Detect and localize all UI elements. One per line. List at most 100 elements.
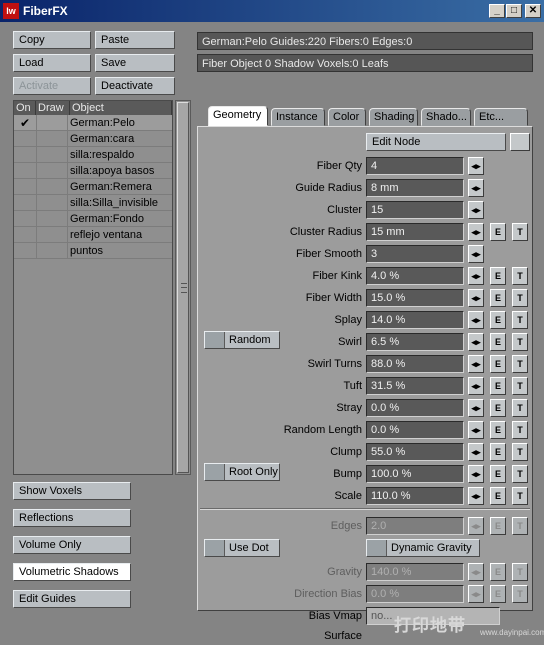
- edit-node-button[interactable]: Edit Node: [366, 133, 506, 151]
- fiber-kink-texture-button[interactable]: T: [512, 267, 528, 285]
- fiber-smooth-spinner-icon[interactable]: ◂▸: [468, 245, 484, 263]
- splay-envelope-button[interactable]: E: [490, 311, 506, 329]
- clump-spinner-icon[interactable]: ◂▸: [468, 443, 484, 461]
- object-on-toggle[interactable]: [14, 179, 36, 195]
- guide-radius-field[interactable]: 8 mm: [366, 179, 464, 197]
- clump-texture-button[interactable]: T: [512, 443, 528, 461]
- random-length-texture-button[interactable]: T: [512, 421, 528, 439]
- list-item[interactable]: German:Fondo: [14, 211, 172, 227]
- maximize-button[interactable]: □: [506, 4, 522, 18]
- object-draw-toggle[interactable]: [36, 179, 68, 195]
- scale-field[interactable]: 110.0 %: [366, 487, 464, 505]
- swirl-turns-spinner-icon[interactable]: ◂▸: [468, 355, 484, 373]
- random-length-envelope-button[interactable]: E: [490, 421, 506, 439]
- object-draw-toggle[interactable]: [36, 211, 68, 227]
- cluster-radius-spinner-icon[interactable]: ◂▸: [468, 223, 484, 241]
- swirl-envelope-button[interactable]: E: [490, 333, 506, 351]
- tab-geometry[interactable]: Geometry: [208, 106, 268, 126]
- list-item[interactable]: ✔ German:Pelo: [14, 115, 172, 131]
- load-button[interactable]: Load: [13, 54, 91, 72]
- col-header-object[interactable]: Object: [70, 101, 172, 115]
- stray-spinner-icon[interactable]: ◂▸: [468, 399, 484, 417]
- object-on-toggle[interactable]: ✔: [14, 115, 36, 131]
- direction-bias-field[interactable]: 0.0 %: [366, 585, 464, 603]
- list-item[interactable]: puntos: [14, 243, 172, 259]
- scale-envelope-button[interactable]: E: [490, 487, 506, 505]
- bump-field[interactable]: 100.0 %: [366, 465, 464, 483]
- gravity-envelope-button[interactable]: E: [490, 563, 506, 581]
- swirl-texture-button[interactable]: T: [512, 333, 528, 351]
- fiber-qty-spinner-icon[interactable]: ◂▸: [468, 157, 484, 175]
- list-item[interactable]: silla:respaldo: [14, 147, 172, 163]
- dynamic-gravity-checkbox[interactable]: Dynamic Gravity: [366, 539, 480, 557]
- random-length-field[interactable]: 0.0 %: [366, 421, 464, 439]
- col-header-draw[interactable]: Draw: [36, 101, 70, 115]
- swirl-field[interactable]: 6.5 %: [366, 333, 464, 351]
- save-button[interactable]: Save: [95, 54, 175, 72]
- gravity-spinner-icon[interactable]: ◂▸: [468, 563, 484, 581]
- swirl-spinner-icon[interactable]: ◂▸: [468, 333, 484, 351]
- fiber-kink-envelope-button[interactable]: E: [490, 267, 506, 285]
- object-draw-toggle[interactable]: [36, 115, 68, 131]
- col-header-on[interactable]: On: [14, 101, 36, 115]
- copy-button[interactable]: Copy: [13, 31, 91, 49]
- list-item[interactable]: German:Remera: [14, 179, 172, 195]
- list-item[interactable]: German:cara: [14, 131, 172, 147]
- minimize-button[interactable]: _: [489, 4, 505, 18]
- gravity-field[interactable]: 140.0 %: [366, 563, 464, 581]
- object-list-scrollbar[interactable]: [175, 100, 191, 475]
- bump-texture-button[interactable]: T: [512, 465, 528, 483]
- volume-only-button[interactable]: Volume Only: [13, 536, 131, 554]
- edges-envelope-button[interactable]: E: [490, 517, 506, 535]
- paste-button[interactable]: Paste: [95, 31, 175, 49]
- fiber-smooth-field[interactable]: 3: [366, 245, 464, 263]
- object-draw-toggle[interactable]: [36, 131, 68, 147]
- cluster-radius-texture-button[interactable]: T: [512, 223, 528, 241]
- object-on-toggle[interactable]: [14, 147, 36, 163]
- fiber-width-field[interactable]: 15.0 %: [366, 289, 464, 307]
- edit-node-options[interactable]: [510, 133, 530, 151]
- object-draw-toggle[interactable]: [36, 163, 68, 179]
- tuft-envelope-button[interactable]: E: [490, 377, 506, 395]
- splay-field[interactable]: 14.0 %: [366, 311, 464, 329]
- tab-etc[interactable]: Etc...: [474, 108, 528, 126]
- tab-shading[interactable]: Shading: [369, 108, 418, 126]
- object-on-toggle[interactable]: [14, 195, 36, 211]
- edges-field[interactable]: 2.0: [366, 517, 464, 535]
- direction-bias-texture-button[interactable]: T: [512, 585, 528, 603]
- random-length-spinner-icon[interactable]: ◂▸: [468, 421, 484, 439]
- scrollbar-thumb[interactable]: [177, 102, 189, 473]
- edges-spinner-icon[interactable]: ◂▸: [468, 517, 484, 535]
- stray-texture-button[interactable]: T: [512, 399, 528, 417]
- tuft-spinner-icon[interactable]: ◂▸: [468, 377, 484, 395]
- stray-envelope-button[interactable]: E: [490, 399, 506, 417]
- object-on-toggle[interactable]: [14, 243, 36, 259]
- list-item[interactable]: silla:Silla_invisible: [14, 195, 172, 211]
- list-item[interactable]: silla:apoya basos: [14, 163, 172, 179]
- direction-bias-spinner-icon[interactable]: ◂▸: [468, 585, 484, 603]
- object-draw-toggle[interactable]: [36, 147, 68, 163]
- tab-instance[interactable]: Instance: [271, 108, 325, 126]
- object-on-toggle[interactable]: [14, 163, 36, 179]
- clump-field[interactable]: 55.0 %: [366, 443, 464, 461]
- use-dot-checkbox[interactable]: Use Dot: [204, 539, 280, 557]
- object-on-toggle[interactable]: [14, 131, 36, 147]
- bump-envelope-button[interactable]: E: [490, 465, 506, 483]
- scale-spinner-icon[interactable]: ◂▸: [468, 487, 484, 505]
- object-draw-toggle[interactable]: [36, 243, 68, 259]
- object-list[interactable]: On Draw Object ✔ German:Pelo German:cara si…: [13, 100, 173, 475]
- deactivate-button[interactable]: Deactivate: [95, 77, 175, 95]
- root-only-checkbox[interactable]: Root Only: [204, 463, 280, 481]
- fiber-width-spinner-icon[interactable]: ◂▸: [468, 289, 484, 307]
- fiber-qty-field[interactable]: 4: [366, 157, 464, 175]
- swirl-turns-envelope-button[interactable]: E: [490, 355, 506, 373]
- bump-spinner-icon[interactable]: ◂▸: [468, 465, 484, 483]
- random-checkbox[interactable]: Random: [204, 331, 280, 349]
- object-draw-toggle[interactable]: [36, 227, 68, 243]
- cluster-radius-envelope-button[interactable]: E: [490, 223, 506, 241]
- fiber-width-envelope-button[interactable]: E: [490, 289, 506, 307]
- volumetric-shadows-button[interactable]: Volumetric Shadows: [13, 563, 131, 581]
- edit-guides-button[interactable]: Edit Guides: [13, 590, 131, 608]
- scale-texture-button[interactable]: T: [512, 487, 528, 505]
- fiber-kink-field[interactable]: 4.0 %: [366, 267, 464, 285]
